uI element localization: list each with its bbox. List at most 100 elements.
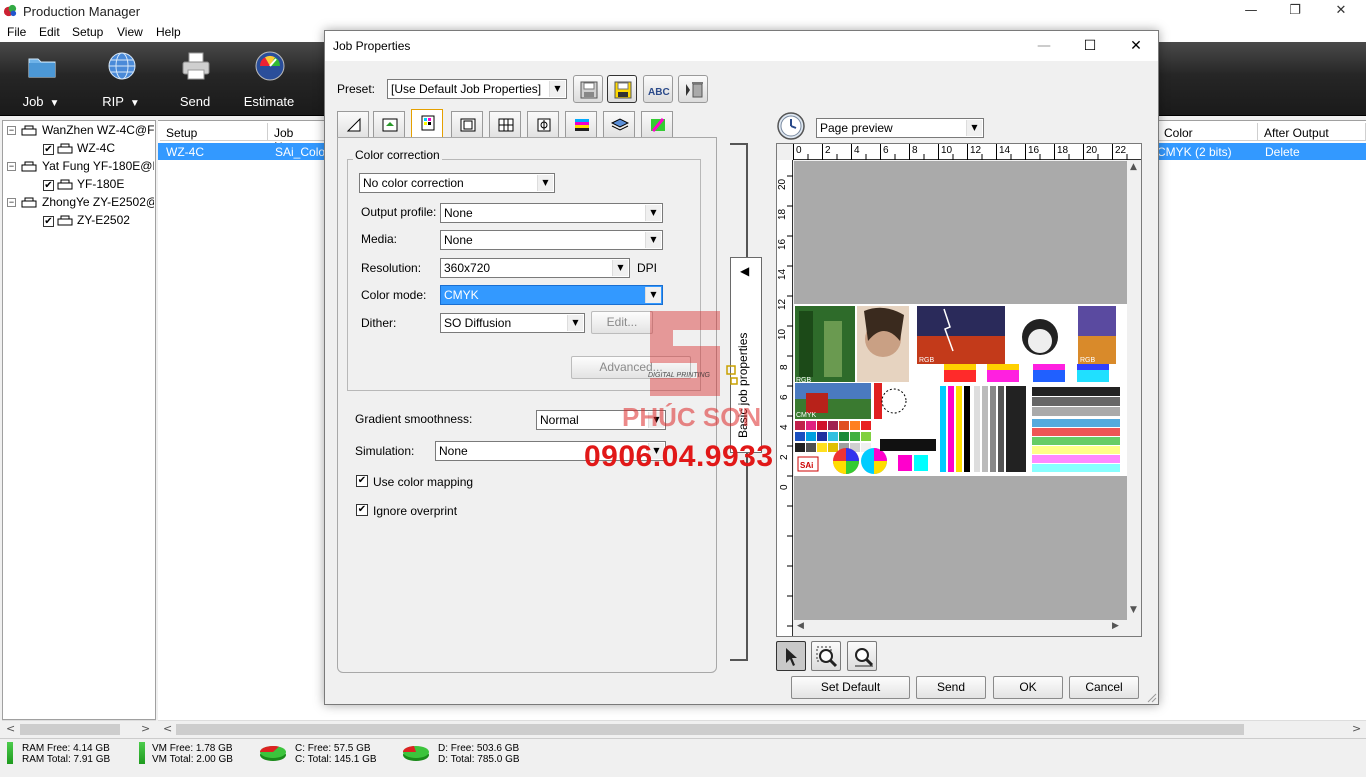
chevron-down-icon: ▼ bbox=[645, 232, 661, 248]
tab-color[interactable] bbox=[411, 109, 443, 137]
menu-file[interactable]: File bbox=[7, 25, 26, 39]
menu-view[interactable]: View bbox=[117, 25, 143, 39]
use-color-mapping-checkbox[interactable]: ✔ bbox=[356, 475, 368, 487]
delete-preset-button[interactable] bbox=[678, 75, 708, 103]
tree-device-zye2502[interactable]: ZY-E2502 bbox=[77, 213, 130, 231]
tree-collapse-icon[interactable]: − bbox=[7, 198, 16, 207]
app-titlebar: Production Manager — ❐ ✕ bbox=[0, 0, 1366, 22]
menu-edit[interactable]: Edit bbox=[39, 25, 60, 39]
scroll-right-icon[interactable]: > bbox=[141, 722, 150, 735]
tree-device-wz4c[interactable]: WZ-4C bbox=[77, 141, 115, 159]
tree-device-yf180e[interactable]: YF-180E bbox=[77, 177, 124, 195]
ruler-label: 0 bbox=[796, 145, 802, 156]
tab-layers[interactable] bbox=[603, 111, 635, 137]
column-header-after-output[interactable]: After Output bbox=[1258, 123, 1366, 141]
scroll-up-icon[interactable]: ▲ bbox=[1130, 162, 1137, 172]
tab-media[interactable] bbox=[451, 111, 483, 137]
menu-setup[interactable]: Setup bbox=[72, 25, 103, 39]
tab-color-bars[interactable] bbox=[565, 111, 597, 137]
color-brush-icon bbox=[651, 118, 665, 132]
tab-special-colors[interactable] bbox=[641, 111, 673, 137]
column-header-color[interactable]: Color bbox=[1158, 123, 1258, 141]
media-select[interactable]: None ▼ bbox=[440, 230, 663, 250]
close-button[interactable]: ✕ bbox=[1318, 0, 1364, 22]
resolution-select[interactable]: 360x720 ▼ bbox=[440, 258, 630, 278]
scroll-left-icon[interactable]: < bbox=[6, 722, 15, 735]
job-button[interactable]: Job ▼ bbox=[6, 48, 76, 112]
rename-preset-button[interactable]: ABC bbox=[643, 75, 673, 103]
clock-refresh-icon[interactable] bbox=[776, 111, 806, 141]
rip-button[interactable]: RIP ▼ bbox=[86, 48, 156, 112]
estimate-button[interactable]: Estimate bbox=[234, 48, 304, 112]
edit-dither-button[interactable]: Edit... bbox=[591, 311, 653, 334]
tab-tiling[interactable] bbox=[489, 111, 521, 137]
tree-horizontal-scrollbar[interactable]: < > bbox=[2, 720, 156, 737]
preview-canvas[interactable]: RGB RGB RGB CMYK SAi bbox=[794, 161, 1127, 620]
send-button[interactable]: Send bbox=[160, 48, 230, 112]
tree-printer-wanzhen[interactable]: WanZhen WZ-4C@FI bbox=[42, 123, 154, 141]
save-preset-button[interactable] bbox=[573, 75, 603, 103]
send-job-button[interactable]: Send bbox=[916, 676, 986, 699]
dialog-close-button[interactable]: ✕ bbox=[1113, 31, 1159, 61]
ruler-label: 2 bbox=[825, 145, 831, 156]
tab-marks[interactable] bbox=[527, 111, 559, 137]
preview-vertical-scrollbar[interactable]: ▲ ▼ bbox=[1127, 161, 1141, 620]
resize-grip-icon[interactable] bbox=[1145, 691, 1157, 703]
scroll-right-icon[interactable]: > bbox=[1352, 722, 1361, 735]
dialog-maximize-button[interactable]: ☐ bbox=[1067, 31, 1113, 61]
preset-select[interactable]: [Use Default Job Properties] ▼ bbox=[387, 79, 567, 99]
arrow-pointer-icon bbox=[786, 648, 797, 666]
tree-collapse-icon[interactable]: − bbox=[7, 126, 16, 135]
column-header-setup[interactable]: Setup bbox=[160, 123, 268, 141]
transform-icon bbox=[382, 118, 398, 132]
tab-page-layout[interactable] bbox=[337, 111, 369, 137]
device-checkbox-zye2502[interactable]: ✔ bbox=[43, 216, 54, 227]
preview-horizontal-scrollbar[interactable]: ◀ ▶ bbox=[794, 620, 1127, 636]
scroll-left-icon[interactable]: ◀ bbox=[797, 621, 804, 631]
scrollbar-track[interactable] bbox=[1129, 177, 1139, 602]
color-bars-icon bbox=[575, 119, 589, 131]
rip-dropdown-icon: ▼ bbox=[129, 98, 140, 109]
film-icon bbox=[460, 118, 476, 132]
preview-mode-select[interactable]: Page preview ▼ bbox=[816, 118, 984, 138]
ignore-overprint-checkbox[interactable]: ✔ bbox=[356, 504, 368, 516]
save-as-preset-button[interactable] bbox=[607, 75, 637, 103]
dialog-minimize-button[interactable]: — bbox=[1021, 31, 1067, 61]
ruler-label: 20 bbox=[777, 178, 788, 190]
scrollbar-thumb[interactable] bbox=[176, 724, 1244, 735]
device-checkbox-yf180e[interactable]: ✔ bbox=[43, 180, 54, 191]
column-header-job-name[interactable]: Job Name bbox=[268, 123, 328, 154]
tree-printer-zhongye[interactable]: ZhongYe ZY-E2502@ bbox=[42, 195, 154, 213]
scroll-left-icon[interactable]: < bbox=[163, 722, 172, 735]
pointer-tool-button[interactable] bbox=[776, 641, 806, 671]
zoom-tool-button[interactable] bbox=[847, 641, 877, 671]
set-default-button[interactable]: Set Default bbox=[791, 676, 910, 699]
collapse-arrow-icon[interactable]: ◀ bbox=[740, 264, 749, 278]
zoom-area-tool-button[interactable] bbox=[811, 641, 841, 671]
page-preview[interactable]: 0 2 4 6 8 10 12 14 16 18 20 22 20 18 16 … bbox=[776, 143, 1142, 637]
scrollbar-thumb[interactable] bbox=[20, 724, 120, 735]
scroll-right-icon[interactable]: ▶ bbox=[1112, 621, 1119, 631]
scroll-down-icon[interactable]: ▼ bbox=[1130, 605, 1137, 615]
tab-transform[interactable] bbox=[373, 111, 405, 137]
dither-select[interactable]: SO Diffusion ▼ bbox=[440, 313, 585, 333]
ruler-label: 2 bbox=[779, 454, 790, 460]
tree-printer-yatfung[interactable]: Yat Fung YF-180E@F bbox=[42, 159, 154, 177]
color-mode-select[interactable]: CMYK ▼ bbox=[440, 285, 663, 305]
chevron-down-icon: ▼ bbox=[645, 287, 661, 303]
cancel-button[interactable]: Cancel bbox=[1069, 676, 1139, 699]
output-profile-select[interactable]: None ▼ bbox=[440, 203, 663, 223]
job-dropdown-icon: ▼ bbox=[49, 98, 60, 109]
crop-marks-icon bbox=[537, 118, 551, 132]
restore-button[interactable]: ❐ bbox=[1272, 0, 1318, 22]
color-correction-select[interactable]: No color correction ▼ bbox=[359, 173, 555, 193]
page-icon bbox=[346, 117, 361, 132]
ok-button[interactable]: OK bbox=[993, 676, 1063, 699]
joblist-horizontal-scrollbar[interactable]: < > bbox=[158, 720, 1366, 737]
minimize-button[interactable]: — bbox=[1228, 0, 1274, 22]
tree-collapse-icon[interactable]: − bbox=[7, 162, 16, 171]
ram-total: RAM Total: 7.91 GB bbox=[22, 754, 111, 765]
device-checkbox-wz4c[interactable]: ✔ bbox=[43, 144, 54, 155]
vm-free: VM Free: 1.78 GB bbox=[152, 743, 233, 754]
menu-help[interactable]: Help bbox=[156, 25, 181, 39]
